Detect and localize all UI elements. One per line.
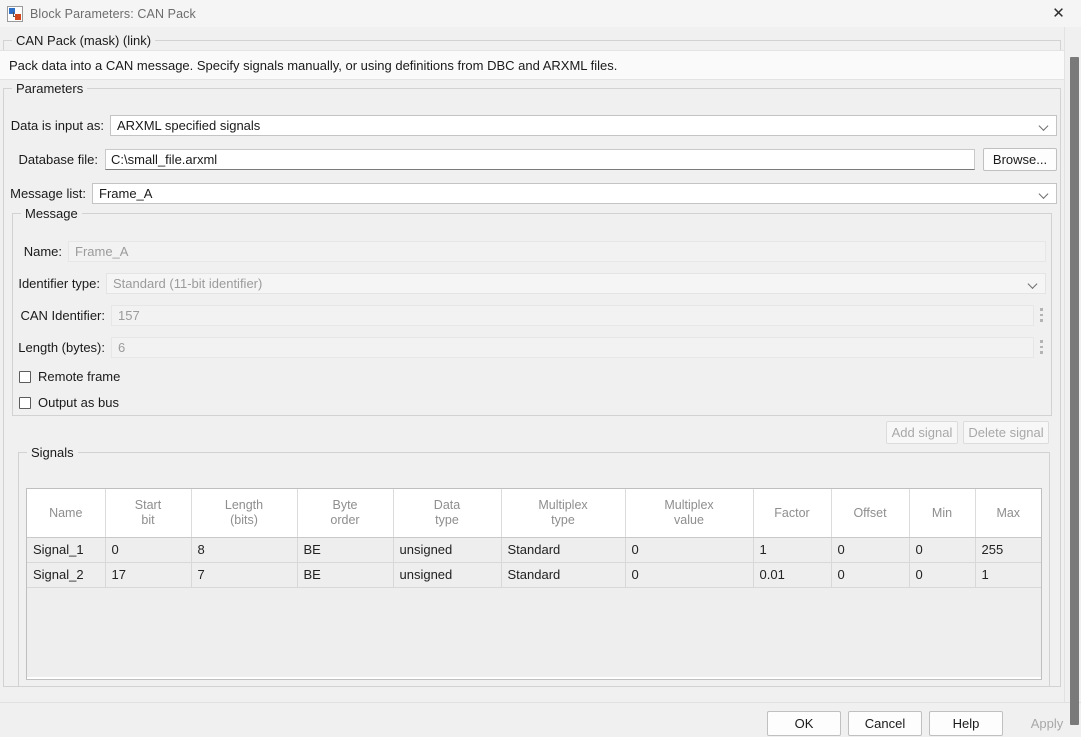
window-title: Block Parameters: CAN Pack	[30, 6, 196, 21]
can-identifier-label: CAN Identifier:	[20, 308, 105, 323]
checkbox-box-icon	[19, 370, 31, 383]
column-header-offset[interactable]: Offset	[831, 489, 910, 538]
checkbox-box-icon	[19, 396, 31, 409]
chevron-down-icon	[1040, 189, 1049, 198]
identifier-type-combo: Standard (11-bit identifier)	[106, 273, 1046, 294]
column-header-length-bits[interactable]: Length (bits)	[191, 489, 298, 538]
content-right-rule	[1064, 27, 1065, 702]
cell-data-type[interactable]: unsigned	[393, 562, 502, 588]
can-identifier-value: 157	[118, 308, 140, 323]
title-bar: Block Parameters: CAN Pack ✕	[0, 0, 1081, 27]
message-name-value: Frame_A	[75, 244, 129, 259]
block-parameters-dialog: Block Parameters: CAN Pack ✕ CAN Pack (m…	[0, 0, 1081, 737]
mask-group-legend: CAN Pack (mask) (link)	[12, 33, 156, 48]
database-file-input[interactable]: C:\small_file.arxml	[105, 149, 975, 170]
cell-name[interactable]: Signal_1	[27, 537, 106, 563]
cell-max[interactable]: 1	[975, 562, 1041, 588]
output-as-bus-checkbox[interactable]: Output as bus	[19, 395, 119, 410]
cell-byte-order[interactable]: BE	[297, 562, 394, 588]
signals-group-legend: Signals	[27, 445, 78, 460]
message-list-combo[interactable]: Frame_A	[92, 183, 1057, 204]
cell-min[interactable]: 0	[909, 537, 976, 563]
cell-start-bit[interactable]: 0	[105, 537, 192, 563]
message-name-label: Name:	[23, 244, 62, 259]
table-header-row: Name Start bit Length (bits) Byte order Dat…	[27, 489, 1041, 538]
cell-offset[interactable]: 0	[831, 537, 910, 563]
cell-data-type[interactable]: unsigned	[393, 537, 502, 563]
cell-length-bits[interactable]: 8	[191, 537, 298, 563]
add-signal-button: Add signal	[886, 421, 958, 444]
cell-offset[interactable]: 0	[831, 562, 910, 588]
length-bytes-label: Length (bytes):	[18, 340, 105, 355]
close-icon[interactable]: ✕	[1036, 0, 1081, 27]
data-input-combo[interactable]: ARXML specified signals	[110, 115, 1057, 136]
message-list-value: Frame_A	[99, 186, 153, 201]
length-bytes-value: 6	[118, 340, 126, 355]
column-header-multiplex-value[interactable]: Multiplex value	[625, 489, 754, 538]
cell-factor[interactable]: 1	[753, 537, 832, 563]
parameters-group-legend: Parameters	[12, 81, 88, 96]
table-empty-area	[27, 587, 1041, 677]
browse-button[interactable]: Browse...	[983, 148, 1057, 171]
length-bytes-field: 6	[111, 337, 1034, 358]
help-button[interactable]: Help	[929, 711, 1003, 736]
simulink-block-icon	[7, 5, 23, 22]
identifier-type-value: Standard (11-bit identifier)	[113, 276, 263, 291]
scrollbar-thumb[interactable]	[1070, 57, 1079, 725]
mask-description-panel: Pack data into a CAN message. Specify si…	[0, 50, 1064, 80]
remote-frame-label: Remote frame	[38, 369, 121, 384]
cell-name[interactable]: Signal_2	[27, 562, 106, 588]
database-file-value: C:\small_file.arxml	[111, 152, 218, 167]
column-header-min[interactable]: Min	[909, 489, 976, 538]
database-file-label: Database file:	[18, 152, 99, 167]
chevron-down-icon	[1040, 121, 1049, 130]
message-name-field: Frame_A	[68, 241, 1046, 262]
cell-multiplex-value[interactable]: 0	[625, 537, 754, 563]
cell-multiplex-type[interactable]: Standard	[501, 537, 626, 563]
table-row[interactable]: Signal_2 17 7 BE unsigned Standard 0 0.01 0 0 1	[27, 562, 1041, 588]
vertical-scrollbar[interactable]	[1066, 27, 1081, 725]
cell-multiplex-value[interactable]: 0	[625, 562, 754, 588]
can-identifier-options-icon[interactable]	[1035, 302, 1048, 328]
ok-button[interactable]: OK	[767, 711, 841, 736]
cell-factor[interactable]: 0.01	[753, 562, 832, 588]
delete-signal-button: Delete signal	[963, 421, 1049, 444]
chevron-down-icon	[1029, 279, 1038, 288]
cell-length-bits[interactable]: 7	[191, 562, 298, 588]
cell-multiplex-type[interactable]: Standard	[501, 562, 626, 588]
cell-min[interactable]: 0	[909, 562, 976, 588]
column-header-start-bit[interactable]: Start bit	[105, 489, 192, 538]
cell-max[interactable]: 255	[975, 537, 1041, 563]
signals-table[interactable]: Name Start bit Length (bits) Byte order Dat…	[26, 488, 1042, 680]
remote-frame-checkbox[interactable]: Remote frame	[19, 369, 120, 384]
data-input-value: ARXML specified signals	[117, 118, 261, 133]
column-header-max[interactable]: Max	[975, 489, 1041, 538]
mask-description-text: Pack data into a CAN message. Specify si…	[9, 57, 618, 73]
can-identifier-field: 157	[111, 305, 1034, 326]
length-bytes-options-icon[interactable]	[1035, 334, 1048, 360]
identifier-type-label: Identifier type:	[18, 276, 100, 291]
message-list-label: Message list:	[10, 186, 86, 201]
cancel-button[interactable]: Cancel	[848, 711, 922, 736]
data-input-label: Data is input as:	[10, 118, 104, 133]
column-header-byte-order[interactable]: Byte order	[297, 489, 394, 538]
table-row[interactable]: Signal_1 0 8 BE unsigned Standard 0 1 0 0 255	[27, 537, 1041, 563]
message-group-legend: Message	[21, 206, 82, 221]
output-as-bus-label: Output as bus	[38, 395, 119, 410]
column-header-name[interactable]: Name	[27, 489, 106, 538]
column-header-factor[interactable]: Factor	[753, 489, 832, 538]
column-header-multiplex-type[interactable]: Multiplex type	[501, 489, 626, 538]
column-header-data-type[interactable]: Data type	[393, 489, 502, 538]
cell-start-bit[interactable]: 17	[105, 562, 192, 588]
cell-byte-order[interactable]: BE	[297, 537, 394, 563]
